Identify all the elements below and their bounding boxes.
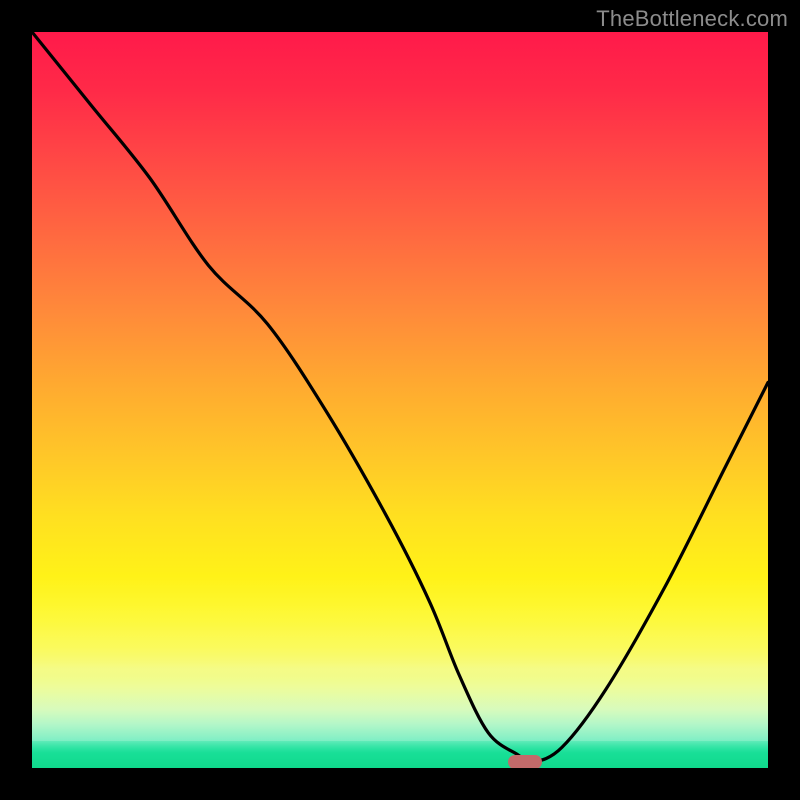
watermark-text: TheBottleneck.com: [596, 6, 788, 32]
optimal-marker: [508, 755, 542, 768]
chart-frame: TheBottleneck.com: [0, 0, 800, 800]
bottleneck-curve: [32, 32, 768, 768]
plot-area: [32, 32, 768, 768]
